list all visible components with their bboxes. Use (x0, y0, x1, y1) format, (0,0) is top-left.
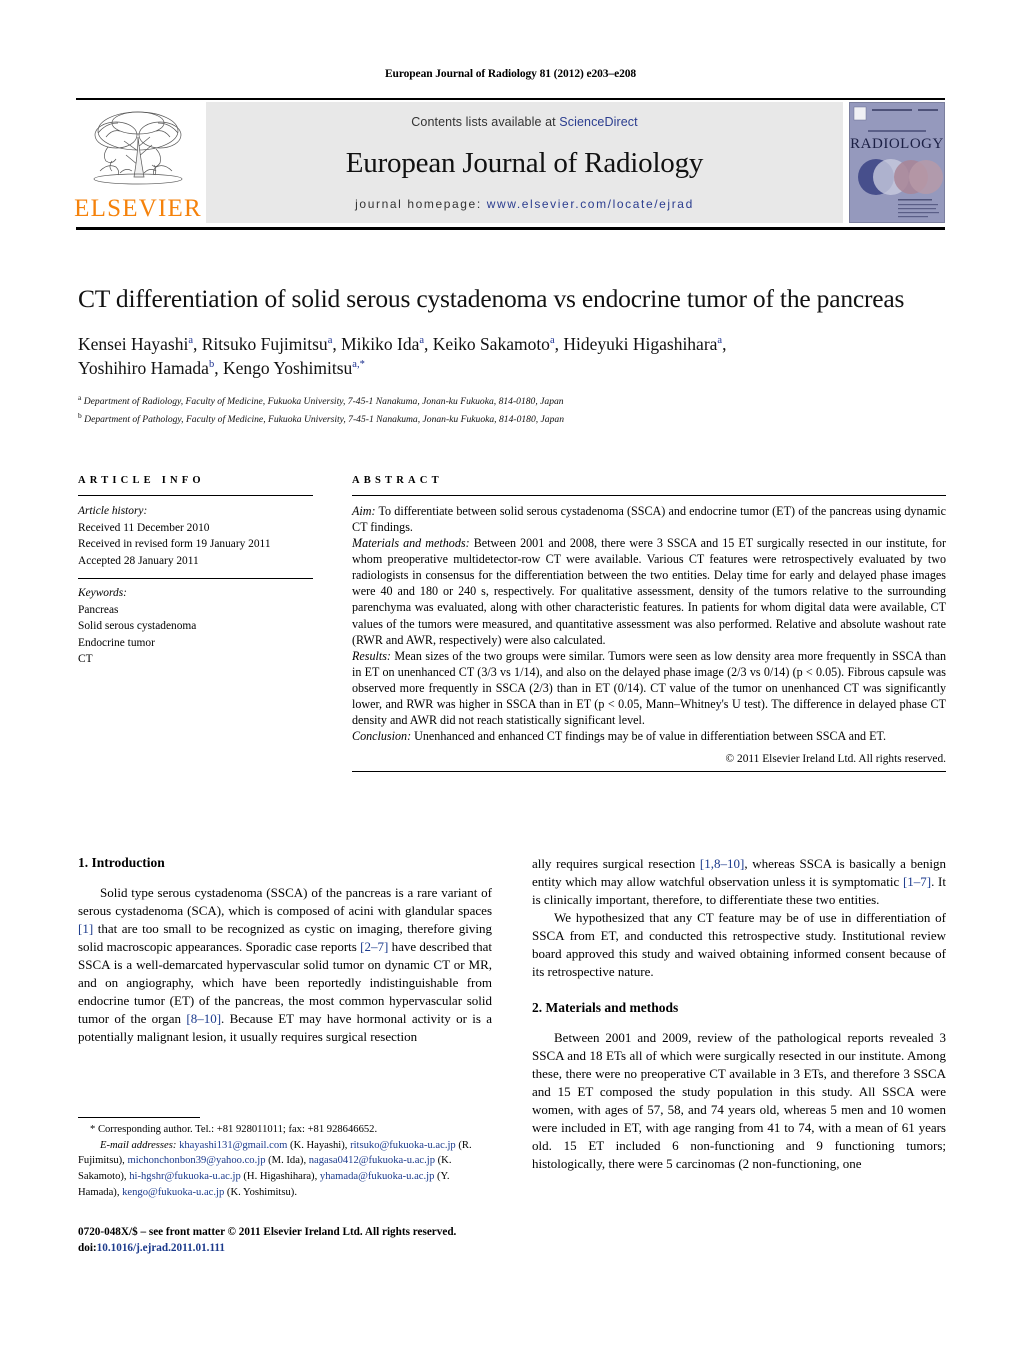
author-list: Kensei Hayashia, Ritsuko Fujimitsua, Mik… (78, 332, 946, 382)
article-info-rule (78, 495, 313, 496)
author-line-1: Kensei Hayashia, Ritsuko Fujimitsua, Mik… (78, 333, 727, 354)
keywords-label: Keywords: (78, 587, 127, 600)
email-link[interactable]: ritsuko@fukuoka-u.ac.jp (350, 1140, 456, 1151)
methods-paragraph-1: Between 2001 and 2009, review of the pat… (532, 1030, 946, 1171)
info-abstract-region: ARTICLE INFO Article history: Received 1… (78, 475, 946, 773)
affiliation-a: a Department of Radiology, Faculty of Me… (78, 393, 564, 408)
email-owner: (M. Ida), (265, 1155, 309, 1167)
journal-title: European Journal of Radiology (345, 146, 704, 179)
elsevier-tree-icon (93, 111, 183, 185)
affiliation-a-text: Department of Radiology, Faculty of Medi… (83, 396, 564, 408)
email-owner: (K. Yoshimitsu). (224, 1186, 297, 1198)
abstract-heading: ABSTRACT (352, 475, 443, 486)
abstract-results-text: Mean sizes of the two groups were simila… (352, 648, 946, 728)
keyword-item: CT (78, 653, 93, 666)
intro-text-a: Solid type serous cystadenoma (SSCA) of … (78, 885, 492, 918)
abstract-methods: Materials and methods: Between 2001 and … (352, 535, 946, 648)
doi-line: doi:10.1016/j.ejrad.2011.01.111 (78, 1240, 508, 1256)
citation-ref[interactable]: [2–7] (360, 939, 388, 954)
abstract-results-label: Results: (352, 648, 391, 663)
email-link[interactable]: nagasa0412@fukuoka-u.ac.jp (309, 1155, 435, 1166)
history-item: Accepted 28 January 2011 (78, 554, 199, 567)
elsevier-wordmark: ELSEVIER (74, 195, 202, 222)
citation-ref[interactable]: [1,8–10] (700, 856, 744, 871)
email-link[interactable]: hi-hgshr@fukuoka-u.ac.jp (129, 1171, 241, 1182)
doi-link[interactable]: 10.1016/j.ejrad.2011.01.111 (97, 1242, 225, 1254)
abstract-results: Results: Mean sizes of the two groups we… (352, 648, 946, 728)
abstract-body: Aim: To differentiate between solid sero… (352, 503, 946, 744)
abstract-column: ABSTRACT Aim: To differentiate between s… (352, 475, 946, 773)
abstract-conclusion: Conclusion: Unenhanced and enhanced CT f… (352, 728, 946, 744)
citation-ref[interactable]: [1] (78, 921, 93, 936)
sciencedirect-link[interactable]: ScienceDirect (559, 115, 637, 129)
citation-ref[interactable]: [8–10] (186, 1011, 221, 1026)
cover-art: RADIOLOGY (850, 103, 944, 222)
elsevier-logo: ELSEVIER (74, 102, 202, 223)
body-column-right: ally requires surgical resection [1,8–10… (532, 855, 946, 1173)
intro-paragraph-1: Solid type serous cystadenoma (SSCA) of … (78, 884, 492, 1046)
abstract-aim: Aim: To differentiate between solid sero… (352, 503, 946, 535)
abstract-methods-label: Materials and methods: (352, 536, 470, 551)
abstract-conclusion-label: Conclusion: (352, 729, 412, 744)
abstract-rule (352, 495, 946, 496)
section-heading-materials-methods: 2. Materials and methods (532, 1000, 679, 1015)
keyword-item: Solid serous cystadenoma (78, 620, 197, 633)
masthead-bottom-rule (76, 227, 945, 230)
email-addresses-note: E-mail addresses: khayashi131@gmail.com … (78, 1138, 492, 1201)
contents-prefix: Contents lists available at (411, 115, 560, 129)
email-link[interactable]: kengo@fukuoka-u.ac.jp (122, 1187, 224, 1198)
keyword-item: Endocrine tumor (78, 636, 155, 649)
imprint-block: 0720-048X/$ – see front matter © 2011 El… (78, 1224, 508, 1256)
keywords-block: Keywords: Pancreas Solid serous cystaden… (78, 585, 313, 668)
history-item: Received 11 December 2010 (78, 521, 210, 534)
svg-text:RADIOLOGY: RADIOLOGY (850, 136, 944, 152)
affiliation-b-text: Department of Pathology, Faculty of Medi… (84, 414, 564, 426)
intro-paragraph-2: We hypothesized that any CT feature may … (532, 910, 946, 979)
email-link[interactable]: khayashi131@gmail.com (179, 1140, 287, 1151)
abstract-bottom-rule (352, 771, 946, 773)
footnote-rule (78, 1117, 200, 1118)
article-info-heading: ARTICLE INFO (78, 475, 205, 486)
keywords-rule (78, 578, 313, 580)
abstract-conclusion-text: Unenhanced and enhanced CT findings may … (411, 729, 887, 744)
masthead-top-rule (76, 98, 945, 100)
masthead-center-band: Contents lists available at ScienceDirec… (206, 102, 843, 223)
email-label: E-mail addresses: (100, 1139, 177, 1151)
abstract-methods-text: Between 2001 and 2008, there were 3 SSCA… (352, 536, 946, 647)
footnote-text: * Corresponding author. Tel.: +81 928011… (78, 1122, 492, 1200)
journal-homepage-line: journal homepage: www.elsevier.com/locat… (355, 197, 694, 211)
corresponding-author-note: * Corresponding author. Tel.: +81 928011… (90, 1124, 378, 1135)
email-link[interactable]: yhamada@fukuoka-u.ac.jp (320, 1171, 434, 1182)
doi-label: doi: (78, 1242, 97, 1255)
article-history: Article history: Received 11 December 20… (78, 503, 313, 569)
article-info-column: ARTICLE INFO Article history: Received 1… (78, 475, 313, 772)
journal-homepage-link[interactable]: www.elsevier.com/locate/ejrad (487, 197, 694, 211)
journal-cover-thumbnail: RADIOLOGY (849, 102, 945, 223)
abstract-aim-label: Aim: (352, 504, 376, 518)
author-line-2: Yoshihiro Hamadab, Kengo Yoshimitsua,* (78, 358, 365, 379)
title-block: CT differentiation of solid serous cysta… (78, 283, 946, 428)
running-head: European Journal of Radiology 81 (2012) … (384, 68, 637, 80)
journal-article-page: European Journal of Radiology 81 (2012) … (0, 0, 1021, 1351)
article-history-label: Article history: (78, 505, 148, 517)
imprint-line: 0720-048X/$ – see front matter © 2011 El… (78, 1226, 457, 1238)
intro-paragraph-1-continued: ally requires surgical resection [1,8–10… (532, 855, 946, 909)
email-owner: (H. Higashihara), (240, 1171, 320, 1183)
abstract-copyright: © 2011 Elsevier Ireland Ltd. All rights … (725, 753, 946, 766)
footnotes-block: * Corresponding author. Tel.: +81 928011… (78, 1117, 492, 1200)
keyword-item: Pancreas (78, 603, 119, 616)
contents-available-line: Contents lists available at ScienceDirec… (411, 115, 637, 129)
affiliations: a Department of Radiology, Faculty of Me… (78, 392, 946, 428)
email-owner: (K. Hayashi), (287, 1139, 351, 1151)
journal-masthead: ELSEVIER Contents lists available at Sci… (74, 98, 945, 230)
intro-text-d2: ally requires surgical resection (532, 856, 700, 871)
homepage-prefix: journal homepage: (355, 197, 487, 211)
affiliation-b: b Department of Pathology, Faculty of Me… (78, 411, 564, 426)
section-heading-introduction: 1. Introduction (78, 855, 165, 870)
abstract-aim-text: To differentiate between solid serous cy… (352, 504, 946, 535)
email-link[interactable]: michonchonbon39@yahoo.co.jp (127, 1155, 265, 1166)
article-title: CT differentiation of solid serous cysta… (78, 284, 905, 313)
citation-ref[interactable]: [1–7] (903, 874, 931, 889)
history-item: Received in revised form 19 January 2011 (78, 538, 271, 551)
